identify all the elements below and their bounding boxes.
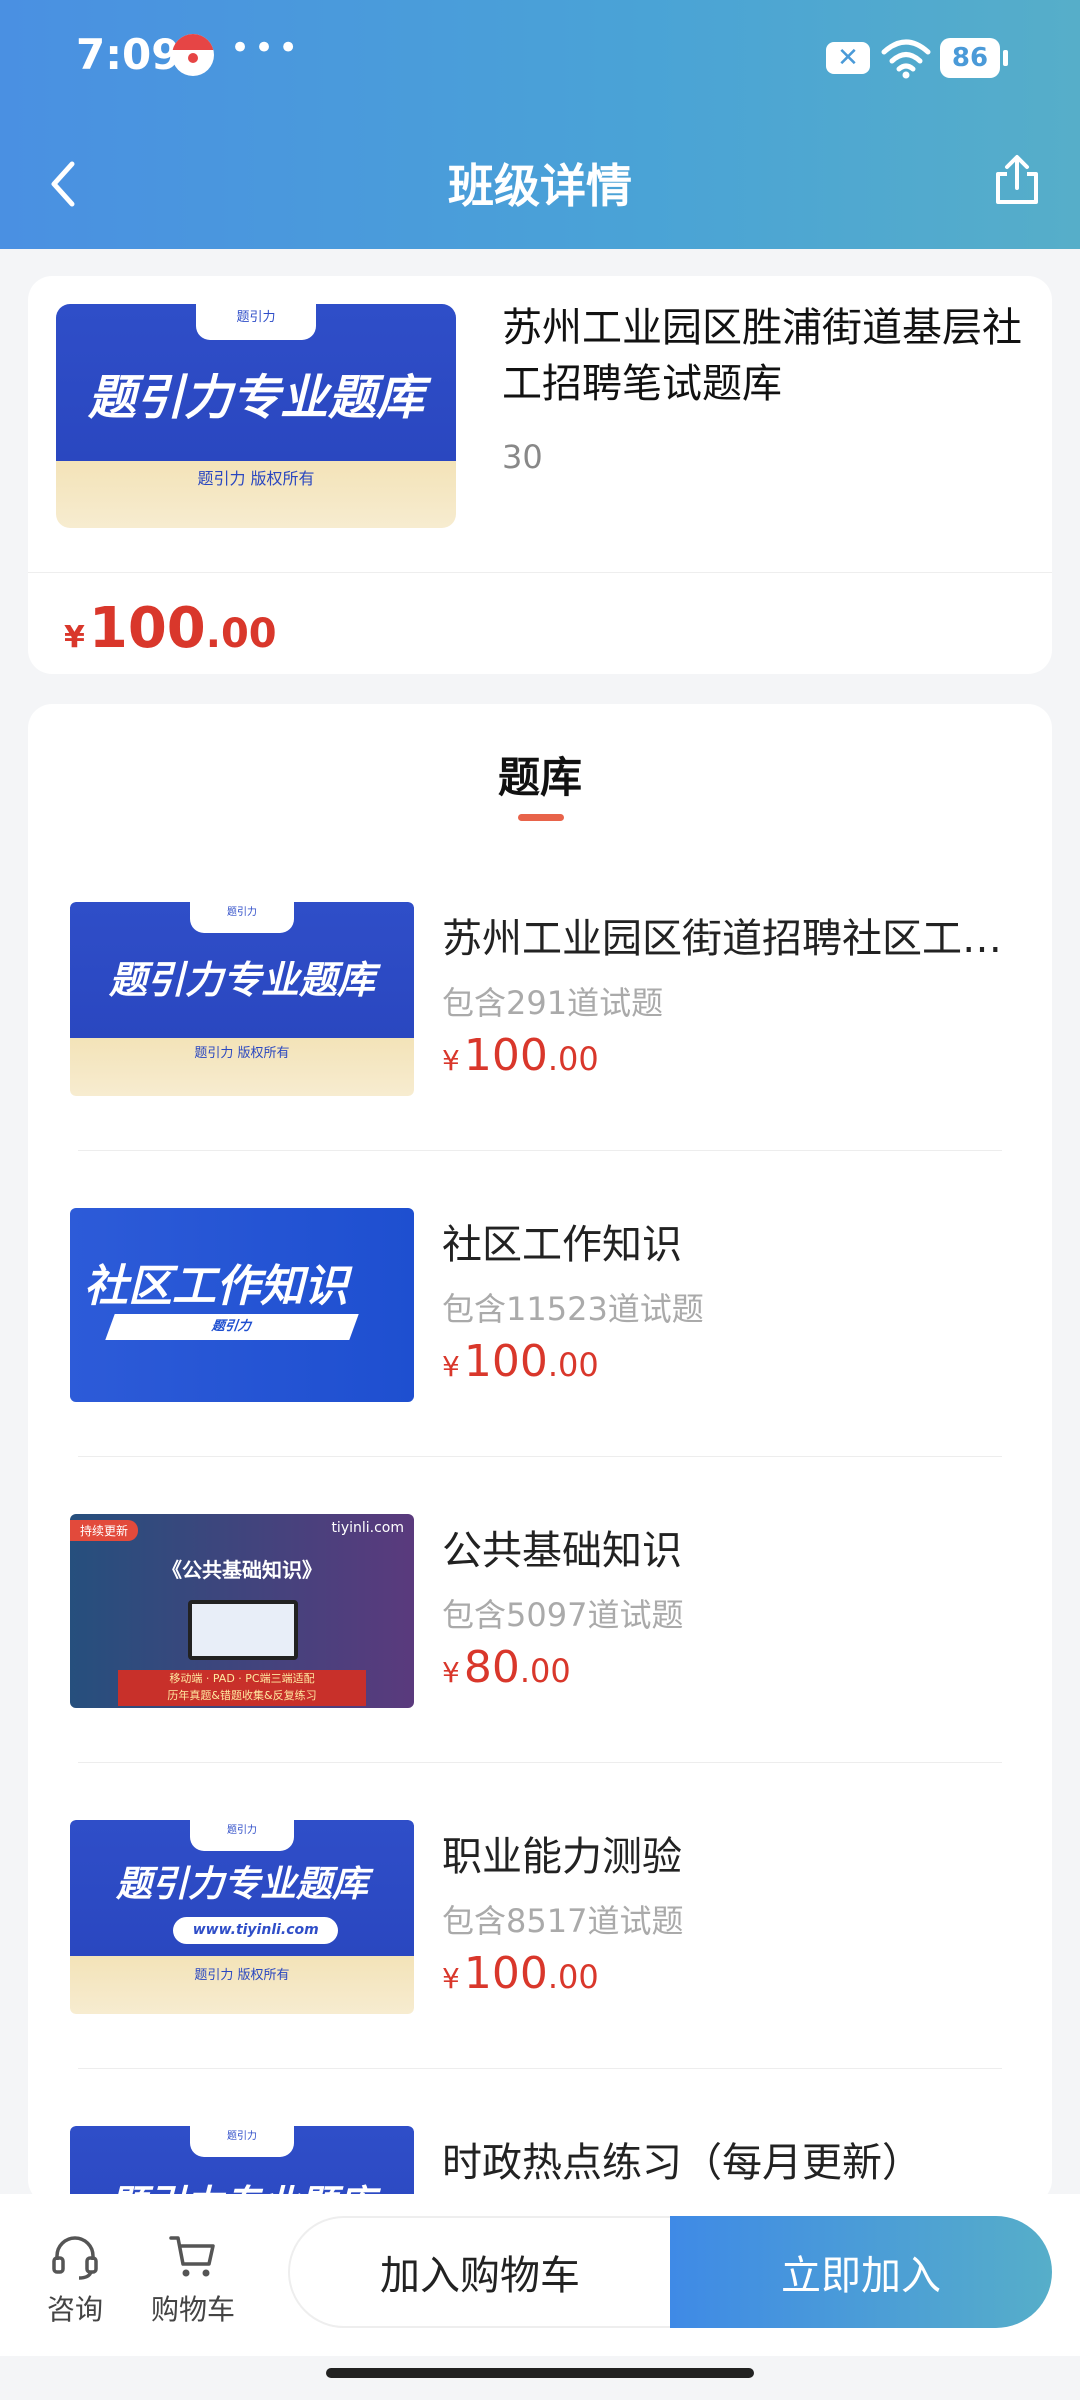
thumb-footer-line: 移动端 · PAD · PC端三端适配 — [169, 1672, 315, 1685]
status-bar: 7:09 ••• ✕ 86 — [0, 0, 1080, 110]
currency-symbol: ¥ — [442, 1656, 460, 1689]
tab-active-indicator — [518, 814, 564, 821]
item-thumbnail: 持续更新 tiyinli.com 《公共基础知识》 移动端 · PAD · PC… — [70, 1514, 414, 1708]
thumb-footer-line: 历年真题&错题收集&反复练习 — [167, 1689, 317, 1702]
divider — [78, 1762, 1002, 1763]
price-decimal: .00 — [547, 1346, 599, 1384]
thumb-brand-tag: 题引力 — [190, 2126, 294, 2158]
cart-icon — [169, 2236, 215, 2277]
item-question-count: 包含11523道试题 — [442, 1290, 704, 1328]
question-bank-item[interactable]: 题引力 题引力专业题库 时政热点练习（每月更新） — [28, 2126, 1052, 2204]
page-title: 班级详情 — [448, 159, 632, 213]
item-title: 职业能力测验 — [442, 1834, 682, 1880]
price-decimal: .00 — [547, 1040, 599, 1078]
cart-label: 购物车 — [150, 2293, 235, 2326]
item-price: ¥ 100 .00 — [442, 1948, 599, 1999]
clown-app-icon — [172, 34, 214, 76]
currency-symbol: ¥ — [64, 620, 85, 655]
item-thumbnail: 题引力 题引力专业题库 www.tiyinli.com 题引力 版权所有 — [70, 1820, 414, 2014]
course-thumbnail: 题引力 题引力专业题库 题引力 版权所有 — [56, 304, 456, 528]
wifi-icon — [881, 39, 931, 79]
thumb-url: www.tiyinli.com — [173, 1917, 339, 1945]
thumb-headline: 题引力专业题库 — [87, 369, 424, 426]
item-price: ¥ 80 .00 — [442, 1642, 571, 1693]
item-question-count: 包含291道试题 — [442, 984, 664, 1022]
question-bank-card: 题库 题引力 题引力专业题库 题引力 版权所有 苏州工业园区街道招聘社区工作者题… — [28, 704, 1052, 2204]
thumb-brand-tag: 题引力 — [196, 304, 316, 340]
price-decimal: .00 — [205, 611, 277, 657]
thumb-copyright: 题引力 版权所有 — [194, 1045, 290, 1061]
course-count: 30 — [502, 438, 543, 476]
currency-symbol: ¥ — [442, 1044, 460, 1077]
divider — [78, 1150, 1002, 1151]
question-bank-item[interactable]: 题引力 题引力专业题库 题引力 版权所有 苏州工业园区街道招聘社区工作者题库 包… — [28, 902, 1052, 1208]
item-title: 社区工作知识 — [442, 1222, 682, 1268]
app-header: 7:09 ••• ✕ 86 班级详情 — [0, 0, 1080, 249]
thumb-brand-tag: 题引力 — [190, 902, 294, 934]
no-sim-icon: ✕ — [826, 42, 870, 74]
item-thumbnail: 社区工作知识 题引力 — [70, 1208, 414, 1402]
join-now-button[interactable]: 立即加入 — [670, 2216, 1052, 2328]
thumb-headline: 《公共基础知识》 — [162, 1558, 322, 1582]
question-bank-item[interactable]: 社区工作知识 题引力 社区工作知识 包含11523道试题 ¥ 100 .00 — [28, 1208, 1052, 1514]
price-integer: 80 — [463, 1642, 520, 1693]
currency-symbol: ¥ — [442, 1350, 460, 1383]
home-indicator[interactable] — [326, 2368, 754, 2378]
item-thumbnail: 题引力 题引力专业题库 题引力 版权所有 — [70, 902, 414, 1096]
thumb-footer: 移动端 · PAD · PC端三端适配 历年真题&错题收集&反复练习 — [118, 1670, 366, 1706]
thumb-brand-bar: 题引力 — [105, 1314, 359, 1340]
item-question-count: 包含8517道试题 — [442, 1902, 684, 1940]
cart-button[interactable]: 购物车 — [138, 2230, 248, 2328]
bottom-action-bar: 咨询 购物车 加入购物车 立即加入 — [0, 2194, 1080, 2356]
thumb-copyright: 题引力 版权所有 — [194, 1967, 290, 1983]
thumb-headline: 题引力专业题库 — [108, 957, 375, 1002]
price-integer: 100 — [88, 596, 206, 661]
item-question-count: 包含5097道试题 — [442, 1596, 684, 1634]
consult-label: 咨询 — [46, 2293, 103, 2326]
price-integer: 100 — [463, 1336, 548, 1387]
course-price: ¥ 100 .00 — [64, 576, 277, 666]
thumb-headline: 题引力专业题库 — [115, 1863, 368, 1905]
item-price: ¥ 100 .00 — [442, 1336, 599, 1387]
headset-icon — [52, 2236, 98, 2280]
item-title: 时政热点练习（每月更新） — [442, 2140, 922, 2186]
device-mockup-image — [188, 1600, 298, 1660]
divider — [78, 2068, 1002, 2069]
item-title: 苏州工业园区街道招聘社区工作者题库 — [442, 916, 1022, 962]
thumb-copyright: 题引力 版权所有 — [197, 469, 315, 489]
divider — [78, 1456, 1002, 1457]
price-integer: 100 — [463, 1030, 548, 1081]
thumb-headline: 社区工作知识 — [84, 1261, 348, 1312]
course-title: 苏州工业园区胜浦街道基层社工招聘笔试题库 — [502, 305, 1022, 407]
question-bank-item[interactable]: 持续更新 tiyinli.com 《公共基础知识》 移动端 · PAD · PC… — [28, 1514, 1052, 1820]
price-integer: 100 — [463, 1948, 548, 1999]
status-time: 7:09 — [76, 30, 181, 79]
thumb-brand-tag: 题引力 — [190, 1820, 294, 1852]
tab-question-bank[interactable]: 题库 — [28, 744, 1052, 805]
thumb-brand: tiyinli.com — [331, 1520, 404, 1536]
more-notifications-icon: ••• — [230, 28, 303, 68]
add-to-cart-button[interactable]: 加入购物车 — [288, 2216, 672, 2328]
currency-symbol: ¥ — [442, 1962, 460, 1995]
battery-indicator: 86 — [940, 38, 1008, 78]
item-price: ¥ 100 .00 — [442, 1030, 599, 1081]
consult-button[interactable]: 咨询 — [20, 2230, 130, 2328]
share-icon[interactable] — [990, 152, 1044, 208]
thumb-update-badge: 持续更新 — [70, 1520, 139, 1541]
question-bank-item[interactable]: 题引力 题引力专业题库 www.tiyinli.com 题引力 版权所有 职业能… — [28, 1820, 1052, 2126]
price-decimal: .00 — [519, 1652, 571, 1690]
divider — [28, 572, 1052, 573]
course-summary-card: 题引力 题引力专业题库 题引力 版权所有 苏州工业园区胜浦街道基层社工招聘笔试题… — [28, 276, 1052, 674]
item-thumbnail: 题引力 题引力专业题库 — [70, 2126, 414, 2204]
item-title: 公共基础知识 — [442, 1528, 682, 1574]
price-decimal: .00 — [547, 1958, 599, 1996]
